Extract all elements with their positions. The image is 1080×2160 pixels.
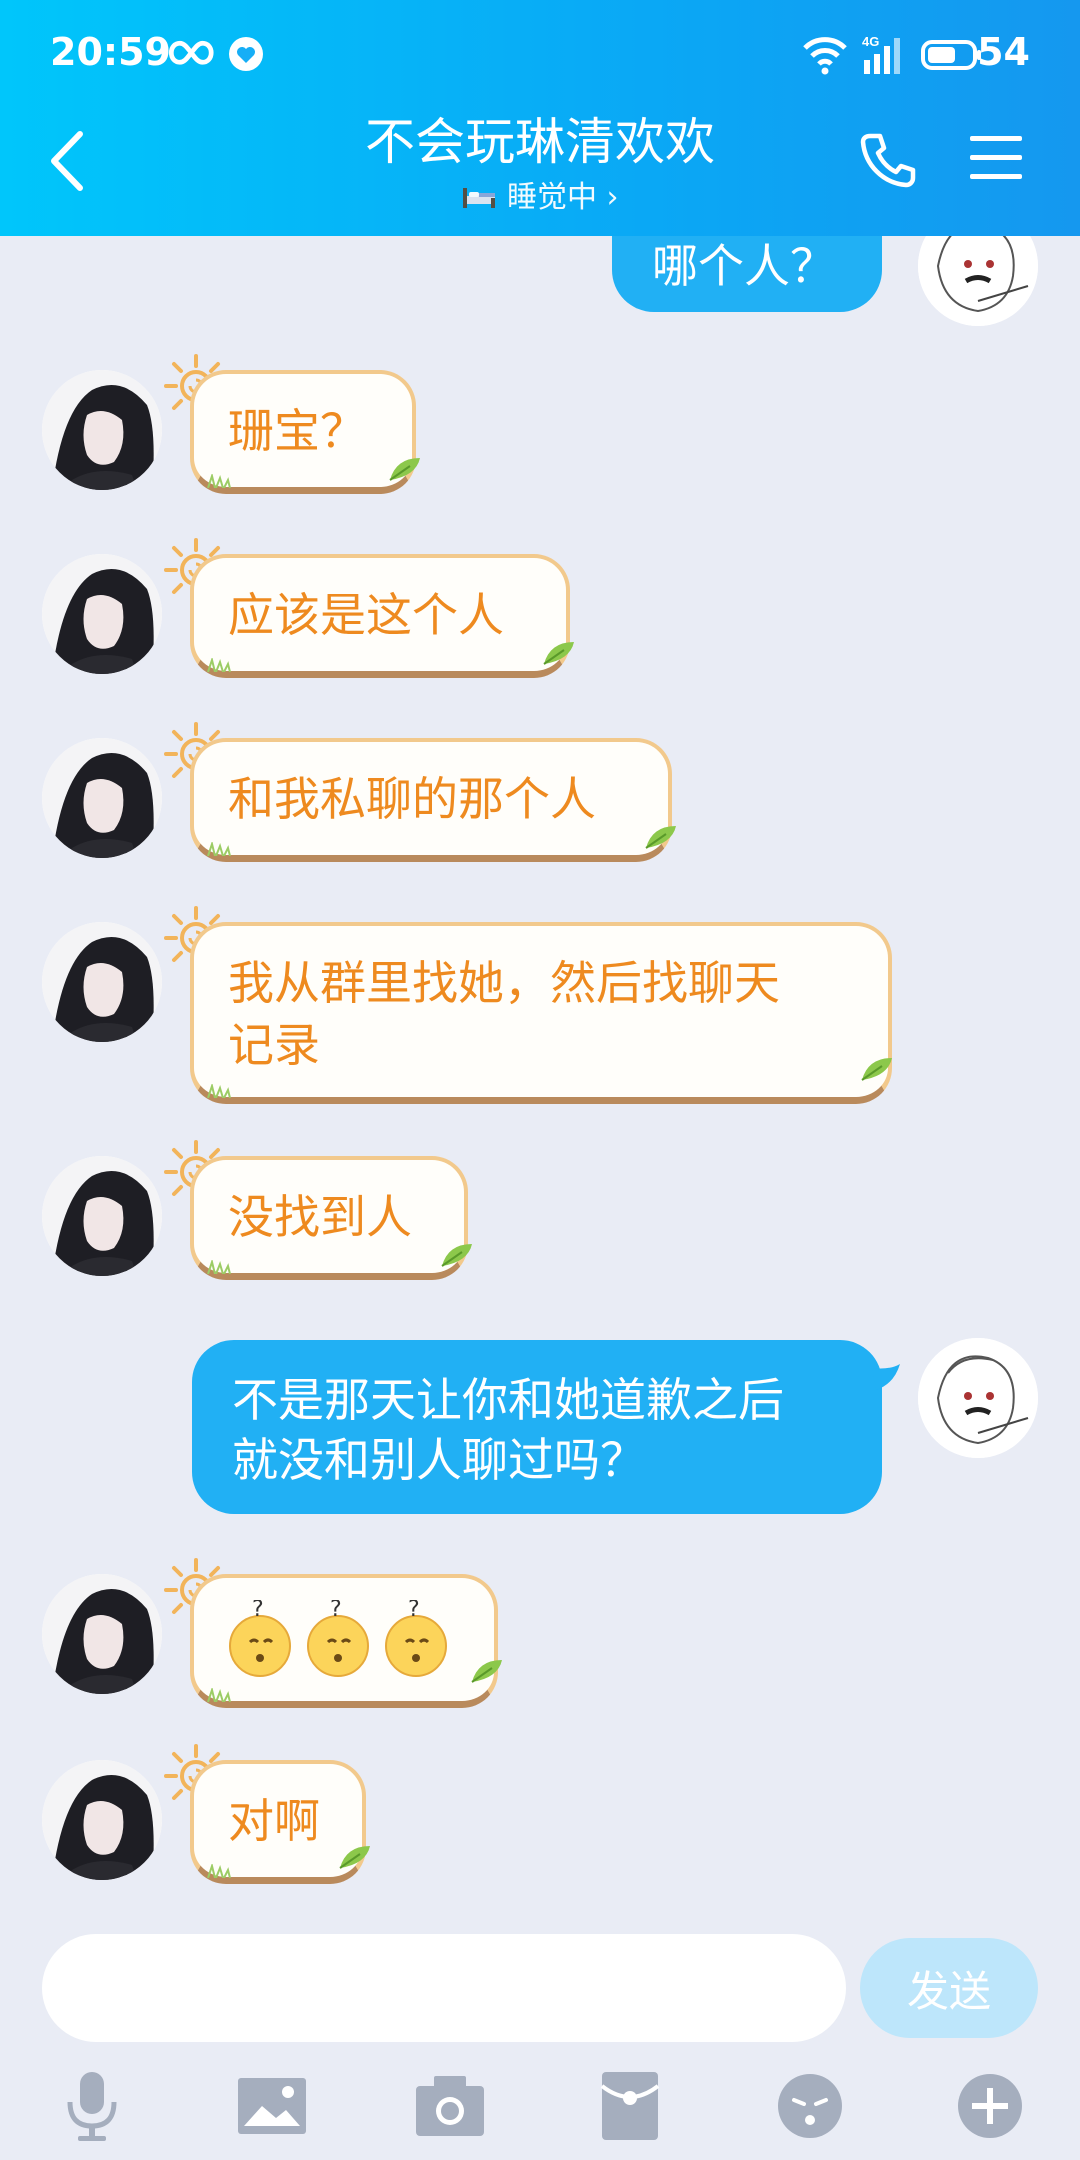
friend-avatar-image — [42, 370, 162, 490]
friend-avatar[interactable] — [42, 370, 162, 490]
status-time: 20:59 — [50, 30, 171, 74]
image-picker-button[interactable] — [232, 2066, 312, 2146]
my-avatar-image — [918, 1338, 1038, 1458]
emoji-group: ? ? ? — [229, 1597, 447, 1677]
leaf-decoration-icon — [861, 1058, 892, 1081]
friend-avatar[interactable] — [42, 554, 162, 674]
battery-level: 54 — [977, 30, 1030, 74]
menu-button[interactable] — [968, 132, 1024, 184]
confused-face-icon: ? — [307, 1597, 369, 1677]
message-text-line: 不是那天让你和她道歉之后 — [232, 1373, 784, 1427]
wifi-icon — [803, 37, 847, 75]
voice-input-button[interactable] — [52, 2066, 132, 2146]
svg-text:4G: 4G — [862, 34, 879, 49]
cellular-signal-icon: 4G — [862, 34, 900, 74]
input-bar: 发送 — [0, 1916, 1080, 2160]
leaf-decoration-icon — [645, 826, 676, 849]
emoji-button[interactable] — [770, 2066, 850, 2146]
friend-avatar[interactable] — [42, 1156, 162, 1276]
grass-decoration-icon — [207, 842, 231, 856]
chat-header: 20:59 4G 54 不会玩琳清欢欢 睡觉中 › — [0, 0, 1080, 236]
grass-decoration-icon — [207, 1864, 231, 1878]
infinity-icon — [168, 40, 214, 65]
confused-face-icon: ? — [385, 1597, 447, 1677]
message-text-line: 我从群里找她，然后找聊天 — [228, 956, 780, 1010]
message-text-line: 记录 — [228, 1018, 320, 1072]
friend-avatar-image — [42, 922, 162, 1042]
friend-avatar-image — [42, 554, 162, 674]
chat-status[interactable]: 睡觉中 › — [0, 178, 1080, 218]
leaf-decoration-icon — [471, 1660, 502, 1683]
friend-avatar-image — [42, 1156, 162, 1276]
leaf-decoration-icon — [441, 1244, 472, 1267]
my-avatar[interactable] — [918, 236, 1038, 326]
friend-avatar[interactable] — [42, 1574, 162, 1694]
svg-text:?: ? — [252, 1600, 264, 1622]
bubble-tail-icon — [872, 1364, 900, 1390]
leaf-decoration-icon — [389, 458, 420, 481]
message-bubble-outgoing[interactable]: 不是那天让你和她道歉之后 就没和别人聊过吗？ — [192, 1340, 882, 1514]
chat-status-text: 睡觉中 — [507, 180, 597, 215]
chat-status-arrow: › — [606, 180, 619, 215]
friend-avatar[interactable] — [42, 922, 162, 1042]
confused-face-icon: ? — [229, 1597, 291, 1677]
message-text: 哪个人？ — [652, 239, 836, 293]
more-options-button[interactable] — [950, 2066, 1030, 2146]
grass-decoration-icon — [207, 474, 231, 488]
friend-avatar-image — [42, 1760, 162, 1880]
send-button[interactable]: 发送 — [860, 1938, 1038, 2038]
message-text: 和我私聊的那个人 — [228, 772, 596, 826]
svg-text:?: ? — [330, 1600, 342, 1622]
leaf-decoration-icon — [543, 642, 574, 665]
grass-decoration-icon — [207, 1688, 231, 1702]
camera-button[interactable] — [410, 2066, 490, 2146]
grass-decoration-icon — [207, 658, 231, 672]
leaf-decoration-icon — [339, 1846, 370, 1869]
svg-text:?: ? — [408, 1600, 420, 1622]
red-packet-button[interactable] — [590, 2066, 670, 2146]
message-bubble-incoming[interactable]: ? ? ? — [190, 1574, 498, 1708]
message-text: 珊宝？ — [228, 404, 366, 458]
grass-decoration-icon — [207, 1084, 231, 1098]
message-text: 对啊 — [228, 1794, 320, 1848]
phone-call-button[interactable] — [858, 130, 918, 190]
bed-icon — [463, 188, 496, 208]
chat-title-area[interactable]: 不会玩琳清欢欢 睡觉中 › — [0, 112, 1080, 218]
message-input[interactable] — [42, 1934, 846, 2042]
message-bubble-outgoing[interactable]: 哪个人？ — [612, 236, 882, 312]
friend-avatar[interactable] — [42, 738, 162, 858]
message-text: 没找到人 — [228, 1190, 412, 1244]
my-avatar-image — [918, 236, 1038, 326]
battery-icon — [921, 40, 981, 70]
my-avatar[interactable] — [918, 1338, 1038, 1458]
message-text: 应该是这个人 — [228, 588, 504, 642]
heart-badge-icon — [229, 37, 263, 71]
message-text-line: 就没和别人聊过吗？ — [232, 1433, 646, 1487]
friend-avatar[interactable] — [42, 1760, 162, 1880]
chat-title: 不会玩琳清欢欢 — [365, 113, 715, 171]
friend-avatar-image — [42, 1574, 162, 1694]
status-bar: 20:59 4G 54 — [0, 0, 1080, 106]
friend-avatar-image — [42, 738, 162, 858]
message-list[interactable]: 哪个人？ 珊宝？ 应该是这个人 和我私聊的那个人 我从群里找她，然后找聊天 记录… — [0, 236, 1080, 1916]
message-bubble-incoming[interactable]: 和我私聊的那个人 — [190, 738, 672, 862]
message-bubble-incoming[interactable]: 应该是这个人 — [190, 554, 570, 678]
message-bubble-incoming[interactable]: 我从群里找她，然后找聊天 记录 — [190, 922, 892, 1104]
grass-decoration-icon — [207, 1260, 231, 1274]
